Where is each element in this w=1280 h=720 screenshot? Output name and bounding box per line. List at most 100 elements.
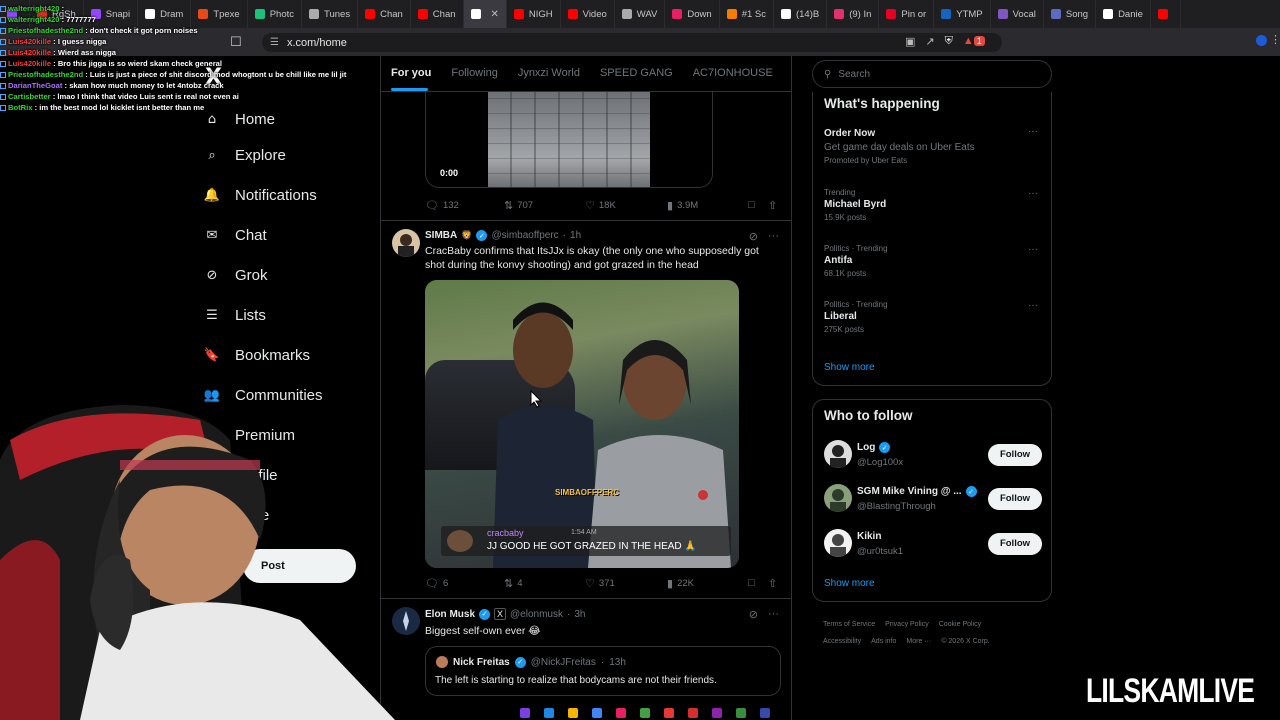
taskbar-app-icon[interactable] — [568, 708, 578, 718]
reply-button[interactable]: 🗨 6 — [425, 577, 448, 590]
repost-button[interactable]: ⇅ 707 — [504, 199, 533, 212]
more-icon[interactable]: ··· — [768, 230, 779, 243]
chat-username[interactable]: DarianTheGoat — [8, 81, 62, 90]
avatar[interactable] — [824, 440, 852, 468]
browser-tab[interactable]: Danie — [1096, 0, 1151, 28]
browser-tab[interactable]: Chan — [411, 0, 464, 28]
tweet-time[interactable]: 3h — [574, 609, 585, 620]
follow-button[interactable]: Follow — [988, 488, 1042, 510]
tweet-author[interactable]: SIMBA — [425, 230, 457, 241]
screen-icon[interactable]: ▣ — [905, 35, 915, 48]
follow-name-row[interactable]: Kikin — [857, 531, 881, 542]
share-icon[interactable]: ↗ — [925, 35, 934, 48]
taskbar-app-icon[interactable] — [520, 708, 530, 718]
tweet-image[interactable]: SIMBAOFFPERC cracbaby 1:54 AM JJ GOOD HE… — [425, 280, 739, 568]
chat-username[interactable]: Priestofhadesthe2nd — [8, 26, 83, 35]
views-button[interactable]: ▮ 3.9M — [667, 199, 698, 212]
taskbar-app-icon[interactable] — [640, 708, 650, 718]
footer-link[interactable]: Ads info — [871, 638, 896, 645]
feed-tab[interactable]: SPEED GANG — [590, 56, 683, 91]
bookmark-button[interactable]: □ — [748, 199, 755, 211]
taskbar-app-icon[interactable] — [616, 708, 626, 718]
shield-icon[interactable]: ⛨ — [945, 35, 953, 48]
browser-tab[interactable]: Pin or — [879, 0, 935, 28]
alert-icon[interactable]: ▲ 1 — [963, 35, 985, 48]
avatar[interactable] — [824, 484, 852, 512]
more-icon[interactable]: ··· — [1028, 188, 1038, 199]
reply-button[interactable]: 🗨 132 — [425, 199, 459, 212]
taskbar-app-icon[interactable] — [664, 708, 674, 718]
footer-link[interactable]: More ··· — [906, 638, 931, 645]
show-more-link[interactable]: Show more — [824, 362, 875, 373]
more-icon[interactable]: ··· — [768, 608, 779, 621]
feed-tab[interactable]: AC7IONHOUSE — [683, 56, 783, 91]
share-button[interactable]: ⇧ — [768, 199, 777, 212]
browser-tab[interactable]: YTMP — [934, 0, 991, 28]
footer-link[interactable]: Accessibility — [823, 638, 861, 645]
browser-tab[interactable]: (9) In — [827, 0, 880, 28]
trend-item[interactable]: Politics · Trending Liberal 275K posts ··· — [824, 300, 1044, 334]
views-button[interactable]: ▮ 22K — [667, 577, 694, 590]
close-tab-icon[interactable]: ✕ — [491, 9, 499, 20]
trend-item[interactable]: Trending Michael Byrd 15.9K posts ··· — [824, 188, 1044, 222]
bookmark-button[interactable]: □ — [748, 577, 755, 589]
chat-username[interactable]: walterright420 — [8, 15, 60, 24]
footer-link[interactable]: Terms of Service — [823, 621, 875, 628]
chat-username[interactable]: Luis420kille — [8, 59, 51, 68]
grok-icon[interactable]: ⊘ — [749, 608, 758, 621]
browser-tab[interactable]: NIGH — [507, 0, 561, 28]
grok-icon[interactable]: ⊘ — [749, 230, 758, 243]
browser-tab[interactable]: Vocal — [991, 0, 1044, 28]
like-button[interactable]: ♡ 371 — [585, 577, 615, 590]
tweet-time[interactable]: 1h — [570, 230, 581, 241]
repost-button[interactable]: ⇅ 4 — [504, 577, 523, 590]
more-icon[interactable]: ··· — [1028, 126, 1038, 137]
tweet-handle[interactable]: @elonmusk — [510, 609, 563, 620]
avatar[interactable] — [824, 529, 852, 557]
follow-button[interactable]: Follow — [988, 444, 1042, 466]
browser-profile-icon[interactable] — [1256, 35, 1267, 46]
taskbar-app-icon[interactable] — [544, 708, 554, 718]
avatar[interactable] — [392, 607, 420, 635]
footer-link[interactable]: Privacy Policy — [885, 621, 929, 628]
tweet-video[interactable]: 0:00 — [425, 92, 713, 188]
browser-tab[interactable]: #1 Sc — [720, 0, 774, 28]
browser-tab[interactable]: (14)B — [774, 0, 828, 28]
footer-link[interactable]: © 2026 X Corp. — [941, 638, 989, 645]
share-button[interactable]: ⇧ — [768, 577, 777, 590]
avatar[interactable] — [392, 229, 420, 257]
browser-tab[interactable] — [1151, 0, 1181, 28]
follow-name-row[interactable]: Log ✓ — [857, 442, 891, 453]
browser-tab[interactable]: WAV — [615, 0, 666, 28]
show-more-link[interactable]: Show more — [824, 578, 875, 589]
nav-item-bookmarks[interactable]: 🔖 Bookmarks — [203, 340, 310, 370]
feed-tab[interactable]: For you — [381, 56, 441, 91]
trend-item[interactable]: Politics · Trending Antifa 68.1K posts ··· — [824, 244, 1044, 278]
taskbar-app-icon[interactable] — [688, 708, 698, 718]
search-input[interactable]: ⚲ Search — [812, 60, 1052, 88]
nav-item-explore[interactable]: ⌕ Explore — [203, 140, 286, 170]
chat-username[interactable]: Luis420kille — [8, 48, 51, 57]
quoted-tweet[interactable]: Nick Freitas ✓ @NickJFreitas · 13h The l… — [425, 646, 781, 696]
tweet-author[interactable]: Elon Musk — [425, 609, 475, 620]
chat-username[interactable]: BotRix — [8, 103, 32, 112]
footer-link[interactable]: Cookie Policy — [939, 621, 981, 628]
feed-tab[interactable]: Jynxzi World — [508, 56, 590, 91]
nav-item-chat[interactable]: ✉ Chat — [203, 220, 267, 250]
tweet-handle[interactable]: @simbaoffperc — [491, 230, 558, 241]
browser-tab[interactable]: ✕ — [463, 0, 507, 28]
chat-username[interactable]: Luis420kille — [8, 37, 51, 46]
feed-tab[interactable]: Following — [441, 56, 507, 91]
browser-tab[interactable]: Song — [1044, 0, 1097, 28]
url-field[interactable]: ☰ x.com/home — [262, 33, 1002, 52]
follow-button[interactable]: Follow — [988, 533, 1042, 555]
like-button[interactable]: ♡ 18K — [585, 199, 616, 212]
nav-item-notifications[interactable]: 🔔 Notifications — [203, 180, 317, 210]
taskbar-app-icon[interactable] — [760, 708, 770, 718]
trend-item[interactable]: Order Now Get game day deals on Uber Eats… — [824, 126, 1044, 165]
chat-username[interactable]: Cartisbetter — [8, 92, 51, 101]
more-icon[interactable]: ··· — [1028, 300, 1038, 311]
follow-name-row[interactable]: SGM Mike Vining @ ... ✓ — [857, 486, 977, 497]
browser-tab[interactable]: Video — [561, 0, 615, 28]
nav-item-lists[interactable]: ☰ Lists — [203, 300, 266, 330]
